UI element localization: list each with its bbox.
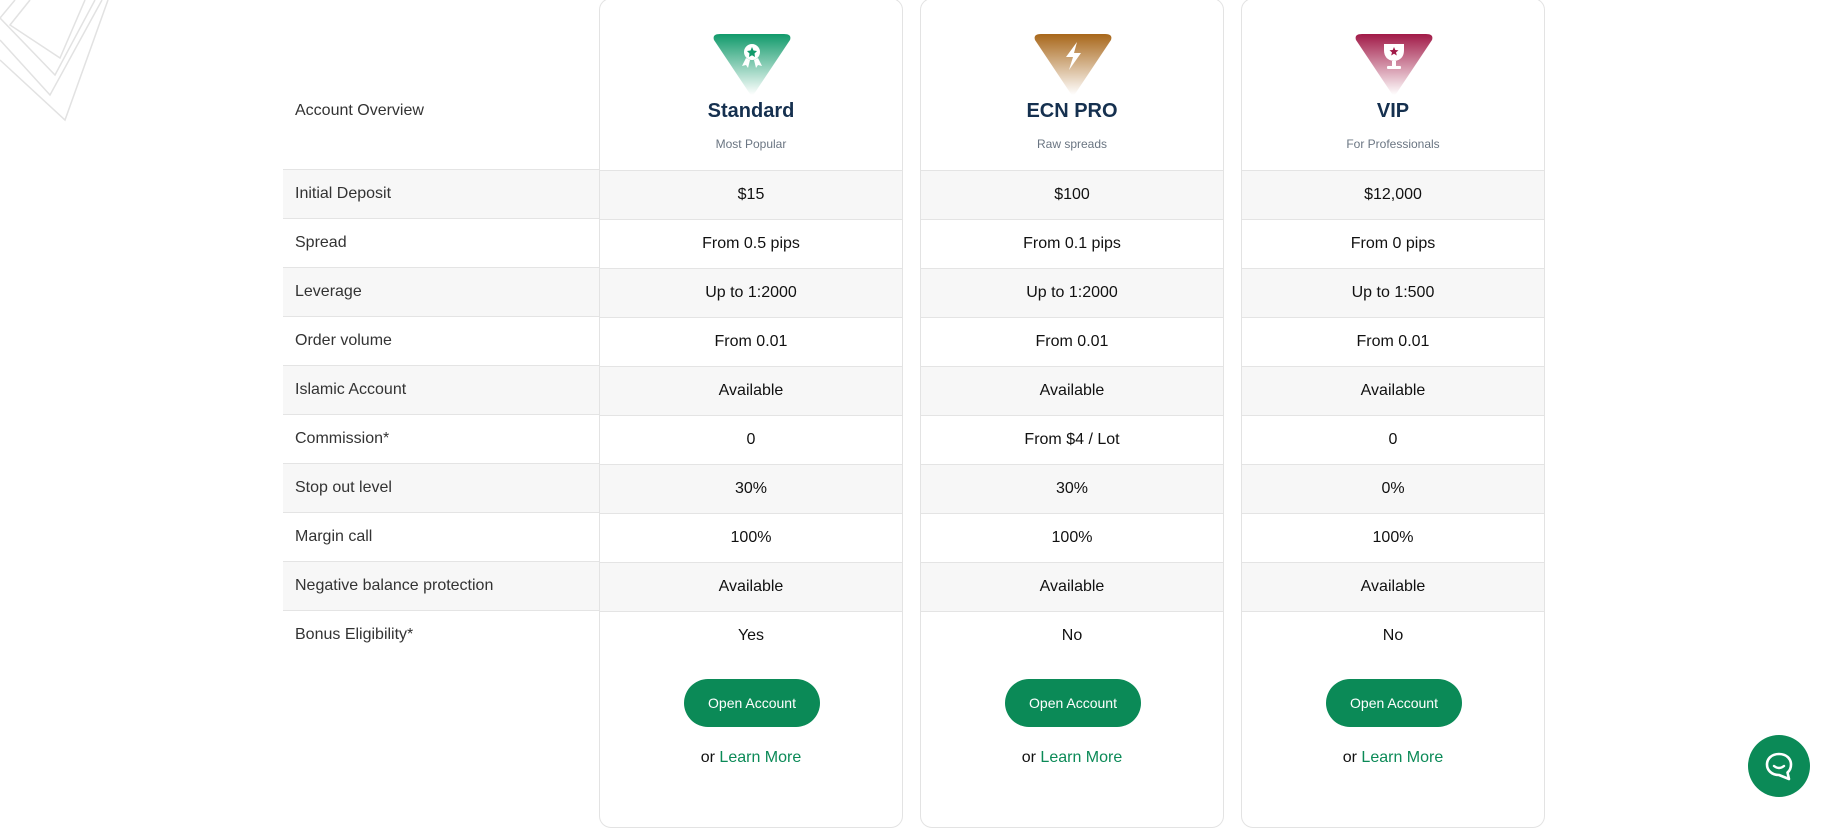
plan-subtitle: Raw spreads xyxy=(1036,137,1108,151)
learn-more-line: or Learn More xyxy=(1242,749,1544,767)
value-margin-call: 100% xyxy=(921,513,1223,562)
learn-more-link[interactable]: Learn More xyxy=(1361,749,1443,766)
decorative-lines xyxy=(0,0,109,122)
value-initial-deposit: $100 xyxy=(921,170,1223,219)
value-islamic-account: Available xyxy=(1242,366,1544,415)
plan-subtitle: Most Popular xyxy=(715,137,787,151)
plan-card-ecn-pro: ECN PRO Raw spreads $100 From 0.1 pips U… xyxy=(920,0,1224,828)
open-account-button[interactable]: Open Account xyxy=(684,679,820,727)
value-margin-call: 100% xyxy=(1242,513,1544,562)
value-spread: From 0.1 pips xyxy=(921,219,1223,268)
value-islamic-account: Available xyxy=(921,366,1223,415)
value-leverage: Up to 1:2000 xyxy=(921,268,1223,317)
learn-more-line: or Learn More xyxy=(600,749,902,767)
label-order-volume: Order volume xyxy=(283,316,599,365)
label-negative-balance-protection: Negative balance protection xyxy=(283,561,599,610)
value-negative-balance-protection: Available xyxy=(1242,562,1544,611)
value-bonus-eligibility: Yes xyxy=(600,611,902,660)
or-text: or xyxy=(700,749,715,766)
plan-card-standard: Standard Most Popular $15 From 0.5 pips … xyxy=(599,0,903,828)
value-negative-balance-protection: Available xyxy=(921,562,1223,611)
learn-more-link[interactable]: Learn More xyxy=(719,749,801,766)
label-islamic-account: Islamic Account xyxy=(283,365,599,414)
chat-button[interactable] xyxy=(1748,735,1810,797)
value-bonus-eligibility: No xyxy=(1242,611,1544,660)
value-commission: 0 xyxy=(1242,415,1544,464)
value-order-volume: From 0.01 xyxy=(600,317,902,366)
row-labels-column: Account Overview Initial Deposit Spread … xyxy=(283,0,599,659)
label-bonus-eligibility: Bonus Eligibility* xyxy=(283,610,599,659)
open-account-button[interactable]: Open Account xyxy=(1326,679,1462,727)
value-stop-out-level: 30% xyxy=(921,464,1223,513)
value-leverage: Up to 1:500 xyxy=(1242,268,1544,317)
learn-more-line: or Learn More xyxy=(921,749,1223,767)
value-initial-deposit: $15 xyxy=(600,170,902,219)
plan-card-vip: VIP For Professionals $12,000 From 0 pip… xyxy=(1241,0,1545,828)
value-order-volume: From 0.01 xyxy=(1242,317,1544,366)
award-ribbon-icon xyxy=(713,34,791,95)
label-commission: Commission* xyxy=(283,414,599,463)
value-spread: From 0.5 pips xyxy=(600,219,902,268)
plan-name: Standard xyxy=(707,100,795,122)
value-spread: From 0 pips xyxy=(1242,219,1544,268)
or-text: or xyxy=(1342,749,1357,766)
value-islamic-account: Available xyxy=(600,366,902,415)
value-order-volume: From 0.01 xyxy=(921,317,1223,366)
value-leverage: Up to 1:2000 xyxy=(600,268,902,317)
value-stop-out-level: 0% xyxy=(1242,464,1544,513)
label-initial-deposit: Initial Deposit xyxy=(283,169,599,218)
label-stop-out-level: Stop out level xyxy=(283,463,599,512)
plan-subtitle: For Professionals xyxy=(1346,137,1440,151)
plan-name: ECN PRO xyxy=(1026,100,1118,122)
learn-more-link[interactable]: Learn More xyxy=(1040,749,1122,766)
account-overview-label: Account Overview xyxy=(295,102,424,119)
value-initial-deposit: $12,000 xyxy=(1242,170,1544,219)
value-stop-out-level: 30% xyxy=(600,464,902,513)
value-negative-balance-protection: Available xyxy=(600,562,902,611)
or-text: or xyxy=(1021,749,1036,766)
label-margin-call: Margin call xyxy=(283,512,599,561)
label-leverage: Leverage xyxy=(283,267,599,316)
lightning-bolt-icon xyxy=(1034,34,1112,95)
value-bonus-eligibility: No xyxy=(921,611,1223,660)
open-account-button[interactable]: Open Account xyxy=(1005,679,1141,727)
value-commission: From $4 / Lot xyxy=(921,415,1223,464)
value-commission: 0 xyxy=(600,415,902,464)
label-spread: Spread xyxy=(283,218,599,267)
trophy-icon xyxy=(1355,34,1433,95)
plan-name: VIP xyxy=(1376,100,1410,122)
value-margin-call: 100% xyxy=(600,513,902,562)
chat-bubble-icon xyxy=(1765,752,1793,781)
